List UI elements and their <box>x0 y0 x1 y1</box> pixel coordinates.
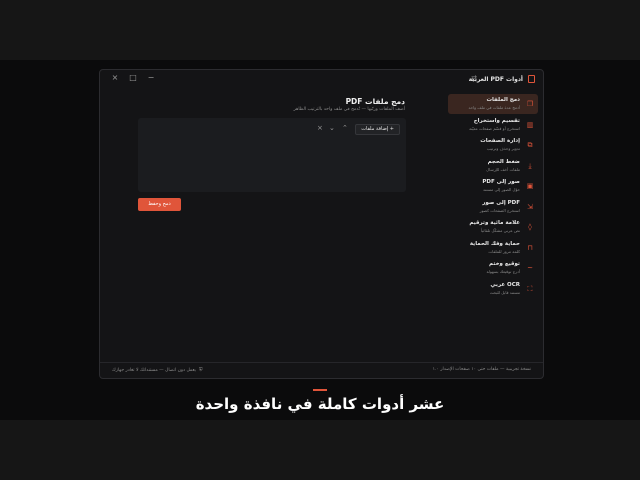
close-window-button[interactable]: × <box>110 73 120 83</box>
status-offline: ⛨ يعمل دون اتصال — مستنداتك لا تغادر جها… <box>112 367 203 373</box>
tools-sidebar: ❐ دمج الملفات أدمج عدة ملفات في ملف واحد… <box>448 94 538 324</box>
lock-icon: ⊓ <box>527 243 533 252</box>
scan-icon: ⛶ <box>527 284 533 293</box>
sidebar-item-description: أدرج توقيعك بسهولة <box>486 269 520 274</box>
sidebar-item-description: ملفات أخف للإرسال <box>486 166 520 172</box>
sidebar-item-description: مستند قابل للبحث <box>489 289 520 295</box>
status-version: نسخة تجريبية — ملفات حتى ١٠ صفحات الإصدا… <box>432 367 531 372</box>
sidebar-item-protect[interactable]: ⊓ حماية وفك الحماية كلمة مرور للملفات <box>448 238 538 258</box>
sidebar-item-label: علامة مائية وترقيم <box>469 220 520 226</box>
sidebar-item-description: كلمة مرور للملفات <box>488 248 520 254</box>
sidebar-item-label: إدارة الصفحات <box>480 138 520 144</box>
sidebar-item-label: PDF إلى صور <box>482 199 520 206</box>
sidebar-item-compress[interactable]: ⤓ ضغط الحجم ملفات أخف للإرسال <box>448 156 538 176</box>
minimize-window-button[interactable]: − <box>146 73 156 83</box>
sidebar-item-label: توقيع وختم <box>489 261 520 267</box>
sidebar-item-ocr[interactable]: ⛶ OCR عربي مستند قابل للبحث <box>448 279 538 299</box>
sidebar-item-description: حوّل الصور إلى مستند <box>483 187 520 192</box>
sidebar-item-description: تدوير وحذف وترتيب <box>486 146 520 151</box>
export-icon: ⇲ <box>527 202 533 211</box>
drop-icon: ◊ <box>528 223 532 231</box>
sidebar-item-description: أدمج عدة ملفات في ملف واحد <box>468 105 521 110</box>
signature-icon: ~ <box>527 264 533 272</box>
sidebar-item-merge[interactable]: ❐ دمج الملفات أدمج عدة ملفات في ملف واحد <box>448 94 538 114</box>
file-drop-zone[interactable]: + إضافة ملفات ⌃ ⌄ × <box>138 118 406 192</box>
sidebar-item-label: OCR عربي <box>490 281 520 288</box>
sidebar-item-label: صور إلى PDF <box>482 179 520 185</box>
sidebar-item-images-to-pdf[interactable]: ▣ صور إلى PDF حوّل الصور إلى مستند <box>448 176 538 196</box>
maximize-window-button[interactable]: □ <box>128 73 138 83</box>
shield-icon: ⛨ <box>198 367 203 373</box>
sidebar-item-label: تقسيم واستخراج <box>473 117 520 124</box>
sidebar-item-description: استخرج الصفحات كصور <box>479 207 520 213</box>
pdf-file-icon <box>528 75 535 83</box>
compress-icon: ⤓ <box>528 161 532 170</box>
app-window: × □ − ⇄ أدوات PDF العربية ❐ دمج الملفات … <box>99 69 544 379</box>
sidebar-item-description: نص عربي مشكّل تلقائياً <box>480 228 520 233</box>
title-bar: × □ − ⇄ أدوات PDF العربية <box>100 70 543 88</box>
merge-save-button[interactable]: دمج وحفظ <box>138 198 181 211</box>
chevron-up-icon[interactable]: ⌃ <box>342 124 348 133</box>
page-subtitle: أضف الملفات ورتّبها — تُدمج في ملف واحد … <box>293 107 405 112</box>
sidebar-item-pages[interactable]: ⧉ إدارة الصفحات تدوير وحذف وترتيب <box>448 135 538 155</box>
app-title: أدوات PDF العربية <box>468 75 523 83</box>
close-icon[interactable]: × <box>317 124 323 133</box>
sidebar-item-sign[interactable]: ~ توقيع وختم أدرج توقيعك بسهولة <box>448 258 538 278</box>
sidebar-item-label: حماية وفك الحماية <box>469 240 520 247</box>
sidebar-item-split[interactable]: ▥ تقسيم واستخراج استخرج أو قسّم صفحات مع… <box>448 115 538 135</box>
columns-icon: ▥ <box>526 120 534 129</box>
copy-icon: ❐ <box>526 100 534 108</box>
image-icon: ▣ <box>526 182 534 190</box>
status-offline-text: يعمل دون اتصال — مستنداتك لا تغادر جهازك <box>112 367 196 373</box>
chevron-down-icon[interactable]: ⌄ <box>329 124 335 133</box>
sidebar-item-label: دمج الملفات <box>486 97 520 103</box>
page-title: دمج ملفات PDF <box>345 97 405 106</box>
app-title-group: أدوات PDF العربية <box>469 74 535 84</box>
video-caption: عشر أدوات كاملة في نافذة واحدة <box>195 395 445 413</box>
sidebar-item-label: ضغط الحجم <box>487 158 520 165</box>
sidebar-item-description: استخرج أو قسّم صفحات معيّنة <box>469 125 520 131</box>
pages-icon: ⧉ <box>527 141 533 149</box>
add-files-button[interactable]: + إضافة ملفات <box>355 124 400 135</box>
sidebar-item-pdf-to-images[interactable]: ⇲ PDF إلى صور استخرج الصفحات كصور <box>448 197 538 217</box>
caption-accent-bar <box>313 389 327 391</box>
sidebar-item-watermark[interactable]: ◊ علامة مائية وترقيم نص عربي مشكّل تلقائ… <box>448 217 538 237</box>
status-bar: نسخة تجريبية — ملفات حتى ١٠ صفحات الإصدا… <box>100 362 543 377</box>
